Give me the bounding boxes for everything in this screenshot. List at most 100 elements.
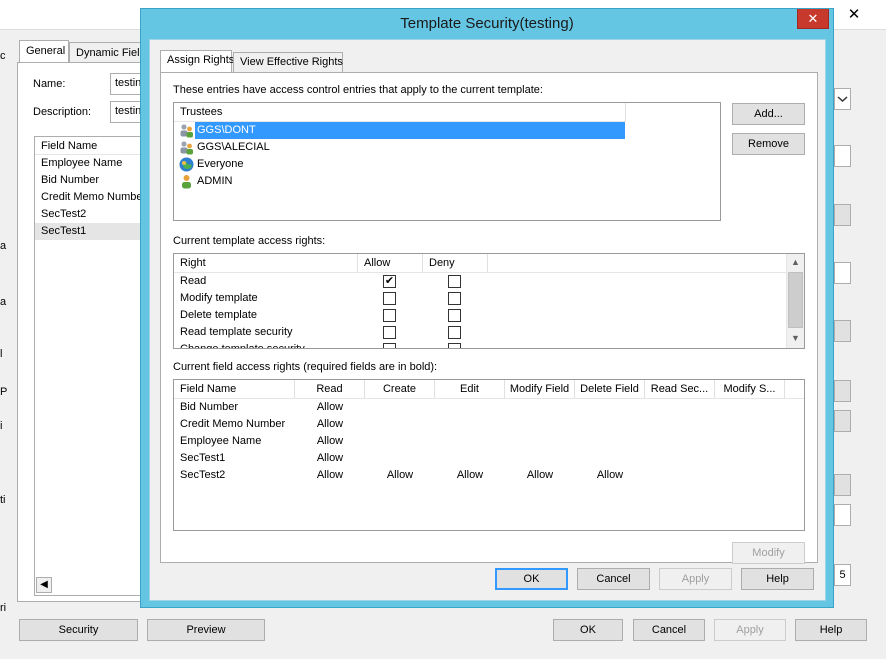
modify-security-column-header[interactable]: Modify S... — [715, 380, 785, 398]
background-ok-button[interactable]: OK — [553, 619, 623, 641]
tab-dynamic-field[interactable]: Dynamic Field — [69, 42, 142, 64]
dialog-close-icon[interactable]: ✕ — [797, 9, 829, 29]
deny-read-checkbox[interactable] — [448, 275, 461, 288]
background-button[interactable] — [834, 474, 851, 496]
trustees-list[interactable]: Trustees GGS\DONT GGS\ALECIAL Everyone A… — [173, 102, 721, 221]
delete-field-column-header[interactable]: Delete Field — [575, 380, 645, 398]
background-cancel-button[interactable]: Cancel — [633, 619, 705, 641]
scroll-up-icon[interactable]: ▲ — [787, 254, 804, 271]
right-name: Change template security — [180, 341, 305, 348]
allow-column-header[interactable]: Allow — [358, 254, 423, 272]
background-help-button[interactable]: Help — [795, 619, 867, 641]
field-rights-cell: Allow — [456, 469, 484, 481]
modify-field-column-header[interactable]: Modify Field — [505, 380, 575, 398]
deny-column-header[interactable]: Deny — [423, 254, 488, 272]
field-rights-name: Bid Number — [180, 401, 239, 413]
template-rights-scrollbar[interactable]: ▲ ▼ — [786, 254, 804, 348]
background-button[interactable] — [834, 380, 851, 402]
trustees-header-row: Trustees — [174, 103, 626, 122]
field-name-column-header[interactable]: Field Name — [174, 380, 295, 398]
help-button[interactable]: Help — [741, 568, 814, 590]
user-icon — [182, 175, 191, 189]
background-button[interactable] — [834, 204, 851, 226]
field-rights-name: SecTest2 — [180, 469, 226, 481]
trustee-row[interactable]: Everyone — [174, 156, 626, 173]
background-input[interactable] — [834, 145, 851, 167]
edge-text: l — [0, 348, 3, 360]
user-group-icon — [180, 141, 193, 155]
scroll-left-icon[interactable]: ◀ — [36, 577, 52, 593]
list-item[interactable]: Employee Name — [35, 155, 146, 172]
right-column-header[interactable]: Right — [174, 254, 358, 272]
ok-button[interactable]: OK — [495, 568, 568, 590]
cancel-button[interactable]: Cancel — [577, 568, 650, 590]
edge-text: i — [0, 420, 3, 432]
field-rights-cell: Allow — [316, 435, 344, 447]
trustee-name: GGS\ALECIAL — [197, 141, 270, 153]
apply-button[interactable]: Apply — [659, 568, 732, 590]
description-label: Description: — [33, 106, 92, 118]
right-name: Read template security — [180, 326, 293, 338]
create-column-header[interactable]: Create — [365, 380, 435, 398]
user-group-icon — [180, 124, 193, 138]
name-label: Name: — [33, 78, 66, 90]
field-rights-list[interactable]: Field Name Read Create Edit Modify Field… — [173, 379, 805, 531]
deny-change-security-checkbox[interactable] — [448, 343, 461, 348]
trustee-row[interactable]: GGS\ALECIAL — [174, 139, 626, 156]
right-name: Read — [180, 275, 207, 287]
edge-text: P — [0, 386, 8, 398]
background-button[interactable] — [834, 410, 851, 432]
background-dropdown[interactable] — [834, 88, 851, 110]
template-security-dialog: Template Security(testing) ✕ Assign Righ… — [140, 8, 834, 608]
modify-button[interactable]: Modify — [732, 542, 805, 564]
field-rights-name: Credit Memo Number — [180, 418, 286, 430]
right-name: Delete template — [180, 309, 258, 321]
read-column-header[interactable]: Read — [295, 380, 365, 398]
trustee-row[interactable]: GGS\DONT — [174, 122, 626, 139]
remove-trustee-button[interactable]: Remove — [732, 133, 805, 155]
template-rights-header-row: Right Allow Deny — [174, 254, 786, 273]
allow-delete-template-checkbox[interactable] — [383, 309, 396, 322]
list-item[interactable]: SecTest1 — [35, 223, 146, 240]
background-number-field[interactable]: 5 — [834, 564, 851, 586]
field-rights-cell: Allow — [316, 401, 344, 413]
scroll-down-icon[interactable]: ▼ — [787, 330, 804, 347]
add-trustee-button[interactable]: Add... — [732, 103, 805, 125]
allow-read-security-checkbox[interactable] — [383, 326, 396, 339]
list-item[interactable]: SecTest2 — [35, 206, 146, 223]
trustee-name: Everyone — [197, 158, 244, 170]
field-list-header[interactable]: Field Name — [35, 137, 146, 155]
security-button[interactable]: Security — [19, 619, 138, 641]
deny-modify-template-checkbox[interactable] — [448, 292, 461, 305]
deny-read-security-checkbox[interactable] — [448, 326, 461, 339]
read-security-column-header[interactable]: Read Sec... — [645, 380, 715, 398]
allow-modify-template-checkbox[interactable] — [383, 292, 396, 305]
preview-button[interactable]: Preview — [147, 619, 265, 641]
background-input[interactable] — [834, 262, 851, 284]
trustee-row[interactable]: ADMIN — [174, 173, 626, 190]
deny-delete-template-checkbox[interactable] — [448, 309, 461, 322]
dialog-title: Template Security(testing) — [400, 15, 574, 32]
tab-assign-rights[interactable]: Assign Rights — [160, 50, 234, 72]
tab-view-effective-rights[interactable]: View Effective Rights — [233, 52, 343, 72]
tab-general[interactable]: General — [19, 40, 69, 64]
allow-change-security-checkbox[interactable] — [383, 343, 396, 348]
list-item[interactable]: Credit Memo Number — [35, 189, 146, 206]
background-button[interactable] — [834, 320, 851, 342]
trustees-caption: These entries have access control entrie… — [173, 84, 543, 96]
background-close-icon[interactable]: ✕ — [832, 4, 876, 26]
template-rights-caption: Current template access rights: — [173, 235, 326, 247]
list-item[interactable]: Bid Number — [35, 172, 146, 189]
trustee-name: GGS\DONT — [195, 122, 625, 139]
background-apply-button[interactable]: Apply — [714, 619, 786, 641]
scroll-thumb[interactable] — [788, 272, 803, 328]
background-field-list[interactable]: Field Name Employee Name Bid Number Cred… — [34, 136, 147, 596]
edit-column-header[interactable]: Edit — [435, 380, 505, 398]
trustees-column-header[interactable]: Trustees — [174, 103, 626, 121]
background-input[interactable] — [834, 504, 851, 526]
field-rights-cell: Allow — [386, 469, 414, 481]
edge-text: ti — [0, 494, 6, 506]
template-rights-list[interactable]: Right Allow Deny Read ✔ Modify template … — [173, 253, 805, 349]
field-rights-caption: Current field access rights (required fi… — [173, 361, 438, 373]
allow-read-checkbox[interactable]: ✔ — [383, 275, 396, 288]
